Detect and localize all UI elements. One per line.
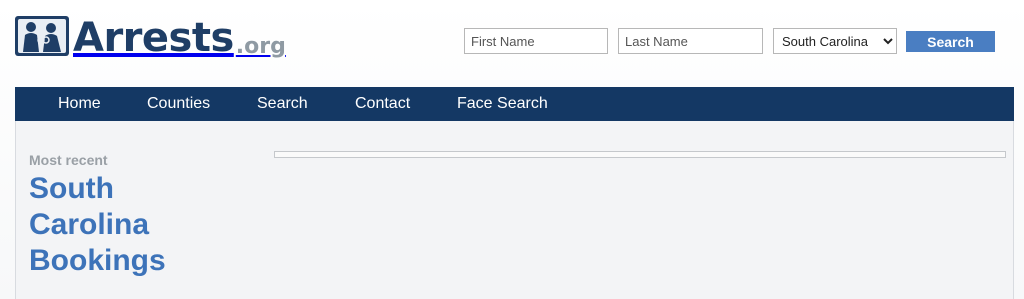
handcuffed-figures-icon	[15, 16, 69, 56]
state-select[interactable]: South Carolina	[773, 28, 897, 54]
first-name-input[interactable]	[464, 28, 608, 54]
main-content: Most recent South Carolina Bookings	[15, 121, 1014, 299]
results-container	[274, 151, 1006, 158]
main-navbar: Home Counties Search Contact Face Search	[15, 87, 1014, 121]
site-logo[interactable]: Arrests .org	[15, 12, 286, 60]
nav-item-counties[interactable]: Counties	[147, 95, 210, 113]
last-name-input[interactable]	[618, 28, 763, 54]
nav-item-face-search[interactable]: Face Search	[457, 95, 548, 113]
nav-item-home[interactable]: Home	[58, 95, 101, 113]
logo-wordmark: Arrests	[73, 15, 234, 61]
most-recent-label: Most recent	[29, 152, 108, 168]
logo-tld: .org	[235, 34, 286, 59]
site-header: Arrests .org South Carolina Search	[0, 0, 1024, 87]
search-button[interactable]: Search	[906, 31, 995, 52]
nav-item-search[interactable]: Search	[257, 95, 308, 113]
page-title: South Carolina Bookings	[29, 172, 166, 277]
nav-item-contact[interactable]: Contact	[355, 95, 410, 113]
